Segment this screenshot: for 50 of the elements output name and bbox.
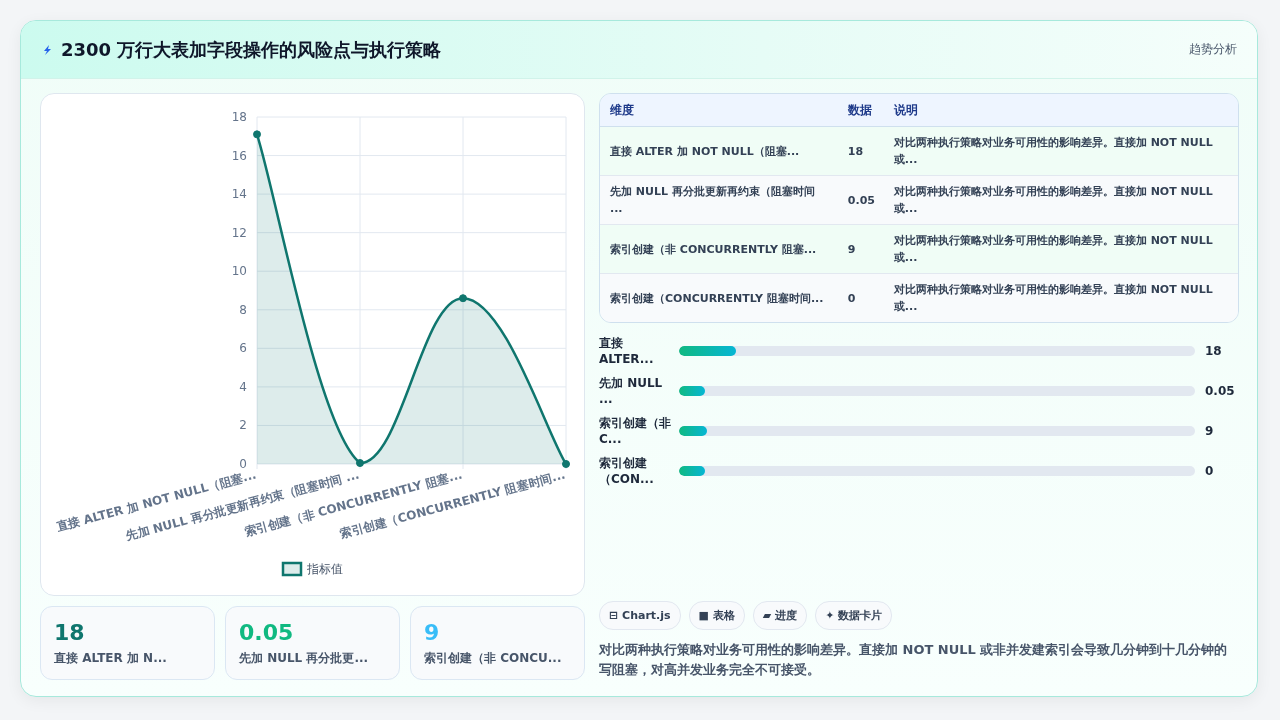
stat-value: 18 xyxy=(54,619,86,647)
y-tick-label: 0 xyxy=(239,457,247,471)
table-cell: 先加 NULL 再分批更新再约束（阻塞时间 ... xyxy=(600,176,838,225)
table-cell: 9 xyxy=(837,225,884,274)
stat-label: 直接 ALTER 加 N... xyxy=(54,650,168,667)
lightning-icon xyxy=(41,44,53,55)
column-header: 维度 xyxy=(600,94,838,127)
table-cell: 0.05 xyxy=(837,176,884,225)
table-cell: 对比两种执行策略对业务可用性的影响差异。直接加 NOT NULL 或... xyxy=(883,176,1238,225)
y-tick-label: 8 xyxy=(239,302,247,317)
feature-tag[interactable]: ▰ 进度 xyxy=(752,601,808,630)
progress-value: 9 xyxy=(1204,424,1215,438)
description-text: 对比两种执行策略对业务可用性的影响差异。直接加 NOT NULL 或非并发建索引会导致几分钟到十几分钟的写阻塞，对高并发业务完全不可接受。 xyxy=(599,641,1229,679)
page-title: 2300 万行大表加字段操作的风险点与执行策略 xyxy=(61,37,443,62)
stat-label: 先加 NULL 再分批更... xyxy=(239,650,370,667)
y-tick-label: 10 xyxy=(231,264,247,279)
stat-label: 索引创建（非 CONCU... xyxy=(424,650,563,667)
progress-value: 0.05 xyxy=(1204,384,1236,398)
progress-value: 18 xyxy=(1204,344,1223,358)
data-point xyxy=(356,459,364,468)
data-point xyxy=(253,130,261,139)
y-tick-label: 18 xyxy=(231,110,247,124)
progress-label: 直接 ALTER... xyxy=(599,335,655,367)
y-tick-label: 4 xyxy=(239,379,247,394)
y-tick-label: 14 xyxy=(231,187,247,202)
progress-label: 索引创建（CON... xyxy=(599,455,655,487)
legend-swatch xyxy=(281,561,303,577)
stat-value: 0.05 xyxy=(239,619,295,647)
view-label: 趋势分析 xyxy=(1189,41,1237,58)
data-point xyxy=(459,294,467,303)
table-cell: 对比两种执行策略对业务可用性的影响差异。直接加 NOT NULL 或... xyxy=(883,274,1238,322)
feature-tag[interactable]: ⊟ Chart.js xyxy=(599,601,681,630)
table-cell: 索引创建（非 CONCURRENTLY 阻塞... xyxy=(600,225,838,274)
progress-value: 0 xyxy=(1204,464,1215,478)
table-cell: 0 xyxy=(837,274,884,322)
progress-label: 先加 NULL ... xyxy=(599,375,664,407)
table-cell: 索引创建（CONCURRENTLY 阻塞时间... xyxy=(600,274,838,322)
table-cell: 对比两种执行策略对业务可用性的影响差异。直接加 NOT NULL 或... xyxy=(883,225,1238,274)
y-tick-label: 2 xyxy=(239,418,247,433)
feature-tag[interactable]: ■ 表格 xyxy=(688,601,745,630)
y-tick-label: 16 xyxy=(231,148,247,163)
data-point xyxy=(562,460,570,468)
feature-tag[interactable]: ✦ 数据卡片 xyxy=(815,601,893,630)
legend-label: 指标值 xyxy=(307,562,343,576)
stat-value: 9 xyxy=(424,619,441,647)
column-header: 说明 xyxy=(883,94,1238,127)
column-header: 数据 xyxy=(837,94,884,127)
y-tick-label: 6 xyxy=(239,341,247,356)
y-tick-label: 12 xyxy=(231,225,247,240)
progress-label: 索引创建（非 C... xyxy=(599,415,672,447)
